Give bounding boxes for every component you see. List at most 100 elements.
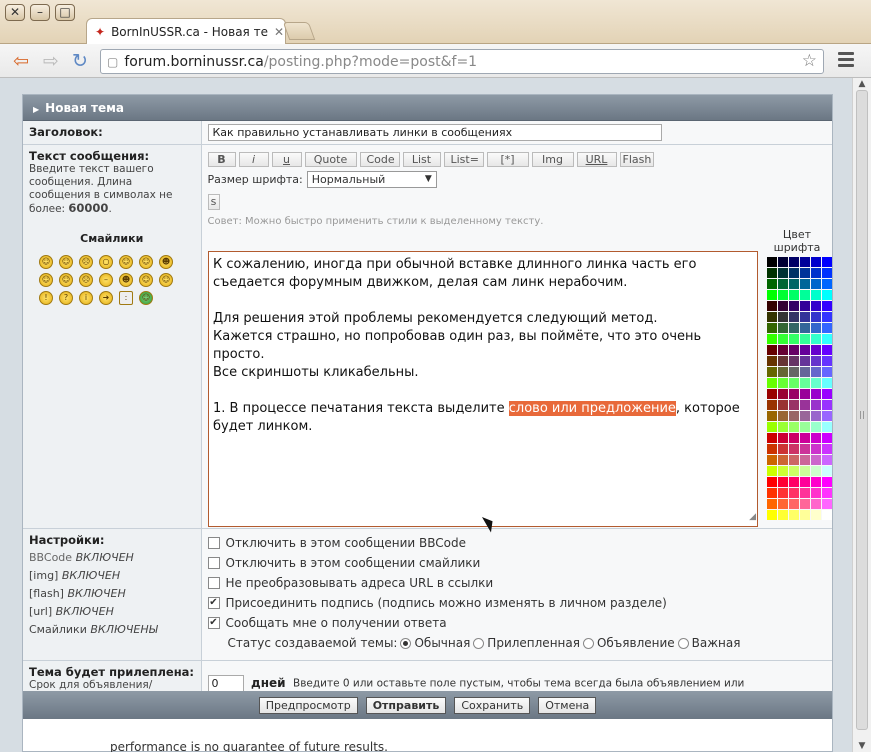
color-swatch[interactable] [767,389,777,399]
color-swatch[interactable] [822,422,832,432]
color-swatch[interactable] [789,312,799,322]
font-size-select[interactable]: Нормальный ▼ [306,171,437,188]
color-swatch[interactable] [789,510,799,520]
smiley-icon[interactable]: ☹ [79,273,93,287]
color-swatch[interactable] [778,323,788,333]
color-swatch[interactable] [767,279,777,289]
color-swatch[interactable] [800,411,810,421]
color-swatch[interactable] [778,433,788,443]
smiley-icon[interactable]: ☺ [119,255,133,269]
maximize-window-button[interactable]: □ [55,4,75,21]
color-swatch[interactable] [800,488,810,498]
color-swatch[interactable] [822,334,832,344]
color-swatch[interactable] [800,510,810,520]
color-swatch[interactable] [811,433,821,443]
color-swatch[interactable] [778,367,788,377]
address-bar[interactable]: ▢ forum.borninussr.ca/posting.php?mode=p… [100,49,824,74]
color-swatch[interactable] [767,312,777,322]
color-swatch[interactable] [778,499,788,509]
radio-normal[interactable] [400,637,412,649]
color-swatch[interactable] [822,290,832,300]
tab-close-icon[interactable]: ✕ [274,25,284,39]
color-swatch[interactable] [811,301,821,311]
option-disable-smilies[interactable]: Отключить в этом сообщении смайлики [207,553,827,573]
radio-announce[interactable] [582,637,594,649]
smiley-icon[interactable]: ☺ [139,255,153,269]
color-swatch[interactable] [822,345,832,355]
subject-input[interactable] [207,124,662,141]
color-swatch[interactable] [822,488,832,498]
bbcode-underline-button[interactable]: u [271,152,302,167]
color-swatch[interactable] [789,367,799,377]
color-swatch[interactable] [811,444,821,454]
smiley-icon[interactable]: ☺ [39,255,53,269]
submit-button[interactable]: Отправить [365,696,447,714]
color-swatch[interactable] [778,312,788,322]
color-swatch[interactable] [800,279,810,289]
color-swatch[interactable] [789,455,799,465]
color-swatch[interactable] [811,499,821,509]
smiley-icon[interactable]: ☹ [79,255,93,269]
color-swatch[interactable] [767,477,777,487]
color-swatch[interactable] [811,323,821,333]
bbcode-strike-button[interactable]: s [207,194,220,210]
color-swatch[interactable] [822,389,832,399]
color-swatch[interactable] [822,433,832,443]
resize-grip-icon[interactable]: ◢ [749,508,756,526]
minimize-window-button[interactable]: – [30,4,50,21]
radio-sticky[interactable] [473,637,485,649]
color-swatch[interactable] [778,268,788,278]
color-swatch[interactable] [800,301,810,311]
exclaim-smiley-icon[interactable]: ! [39,291,53,305]
color-swatch[interactable] [800,455,810,465]
color-swatch[interactable] [789,257,799,267]
color-swatch[interactable] [800,345,810,355]
color-swatch[interactable] [778,422,788,432]
smiley-icon[interactable]: ☺ [159,273,173,287]
color-swatch[interactable] [822,378,832,388]
color-swatch[interactable] [778,488,788,498]
color-swatch[interactable] [767,323,777,333]
color-swatch[interactable] [789,422,799,432]
color-swatch[interactable] [789,411,799,421]
color-swatch[interactable] [778,301,788,311]
color-swatch[interactable] [800,433,810,443]
color-swatch[interactable] [811,466,821,476]
color-swatch[interactable] [789,279,799,289]
smiley-icon[interactable]: ○ [99,255,113,269]
smiley-icon[interactable]: ☻ [119,273,133,287]
color-swatch[interactable] [822,411,832,421]
color-swatch[interactable] [767,367,777,377]
color-swatch[interactable] [789,334,799,344]
color-swatch[interactable] [811,389,821,399]
checkbox[interactable] [207,557,220,569]
smiley-icon[interactable]: ☻ [159,255,173,269]
color-swatch[interactable] [789,323,799,333]
color-swatch[interactable] [811,455,821,465]
color-swatch[interactable] [800,290,810,300]
color-swatch[interactable] [811,411,821,421]
color-swatch[interactable] [800,422,810,432]
color-swatch[interactable] [778,257,788,267]
color-swatch[interactable] [811,367,821,377]
browser-tab[interactable]: ✦ BornInUSSR.ca - Новая те ✕ [86,18,286,45]
color-swatch[interactable] [800,378,810,388]
checkbox[interactable] [207,537,220,549]
color-swatch[interactable] [778,290,788,300]
color-swatch[interactable] [767,488,777,498]
bbcode-flash-button[interactable]: Flash [619,152,654,167]
color-swatch[interactable] [822,257,832,267]
color-swatch[interactable] [800,268,810,278]
color-swatch[interactable] [811,422,821,432]
save-button[interactable]: Сохранить [454,696,531,714]
color-swatch[interactable] [789,488,799,498]
color-swatch[interactable] [778,444,788,454]
checkbox-checked[interactable]: ✔ [207,617,220,629]
color-swatch[interactable] [778,400,788,410]
color-swatch[interactable] [767,433,777,443]
color-swatch[interactable] [789,378,799,388]
color-swatch[interactable] [800,389,810,399]
color-swatch[interactable] [811,378,821,388]
bbcode-list-item-button[interactable]: [*] [486,152,529,167]
color-swatch[interactable] [822,400,832,410]
